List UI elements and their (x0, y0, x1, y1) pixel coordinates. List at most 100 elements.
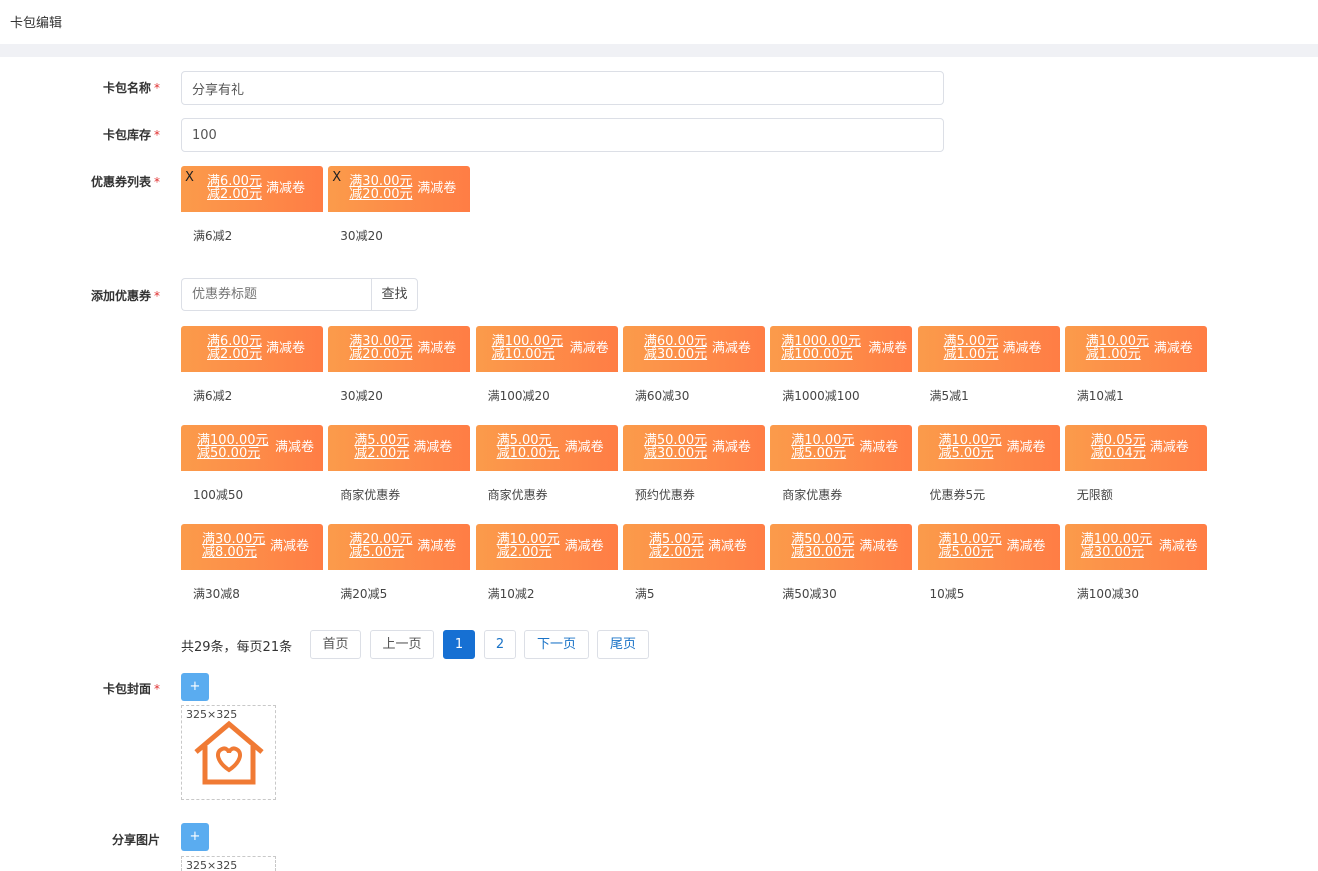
cover-image-box[interactable]: 325×325 (181, 705, 276, 800)
coupon-name: 满5 (634, 587, 655, 601)
coupon-type: 满减卷 (417, 539, 457, 554)
coupon-type: 满减卷 (270, 539, 310, 554)
coupon-card[interactable]: 满0.05元 减0.04元 满减卷 无限额 (1064, 425, 1207, 511)
coupon-type: 满减卷 (275, 440, 315, 455)
coupon-card[interactable]: 满10.00元 减2.00元 满减卷 满10减2 (475, 524, 618, 610)
page-1-button[interactable]: 1 (443, 630, 475, 659)
coupon-edge (328, 567, 471, 573)
coupon-card[interactable]: 满100.00元 减30.00元 满减卷 满100减30 (1064, 524, 1207, 610)
coupon-discount: 减5.00元 (938, 545, 994, 560)
coupon-card[interactable]: 满30.00元 减8.00元 满减卷满30减8 (181, 524, 323, 610)
coupon-discount: 减50.00元 (197, 446, 261, 461)
coupon-head: 满60.00元 减30.00元 满减卷 (622, 326, 765, 372)
coupon-card[interactable]: 满20.00元 减5.00元 满减卷满20减5 (328, 524, 471, 610)
coupon-head: 满5.00元 减10.00元 满减卷 (475, 425, 618, 471)
coupon-card[interactable]: 满100.00元 减10.00元 满减卷 满100减20 (475, 326, 618, 412)
coupon-edge (917, 369, 1060, 375)
pagination-summary: 共29条，每页21条 (181, 640, 293, 655)
coupon-type: 满减卷 (707, 539, 747, 554)
coupon-edge (475, 369, 618, 375)
coupon-type: 满减卷 (417, 341, 457, 356)
coupon-name: 满10减1 (1076, 389, 1124, 403)
coupon-card[interactable]: 满5.00元 减2.00元 满减卷商家优惠券 (328, 425, 471, 511)
coupon-card[interactable]: 满10.00元 减5.00元 满减卷 商家优惠券 (770, 425, 913, 511)
coupon-name: 商家优惠券 (782, 488, 843, 502)
coupon-edge (770, 369, 913, 375)
coupon-card[interactable]: 满30.00元 减20.00元 满减卷 30减20 (328, 326, 471, 412)
name-label-text: 卡包名称 (102, 81, 151, 95)
add-share-image-button[interactable]: + (181, 823, 209, 851)
coupon-card[interactable]: 满10.00元 减1.00元 满减卷满10减1 (1064, 326, 1207, 412)
coupon-discount: 减100.00元 (781, 347, 853, 362)
coupon-head: 满20.00元 减5.00元 满减卷 (328, 524, 471, 570)
cover-label-text: 卡包封面 (102, 682, 151, 696)
coupon-type: 满减卷 (711, 440, 751, 455)
coupon-edge (770, 567, 913, 573)
coupon-discount: 减5.00元 (349, 545, 405, 560)
required-mark: * (154, 81, 160, 95)
coupon-card[interactable]: 满1000.00元 减100.00元 满减卷 满1000减100 (770, 326, 913, 412)
coupon-discount: 减0.04元 (1090, 446, 1146, 461)
coupon-list-label: 优惠券列表 * (0, 173, 160, 190)
coupon-name: 优惠券5元 (929, 488, 986, 502)
coupon-name: 满30减8 (193, 587, 240, 601)
coupon-head: 满30.00元 减8.00元 满减卷 (181, 524, 323, 570)
coupon-card[interactable]: 满60.00元 减30.00元 满减卷 满60减30 (622, 326, 765, 412)
coupon-card[interactable]: X 满6.00元 减2.00元 满减卷 满6减2 (181, 166, 323, 252)
coupon-type: 满减卷 (859, 539, 899, 554)
coupon-head: 满10.00元 减1.00元 满减卷 (1064, 326, 1207, 372)
page-2-button[interactable]: 2 (484, 630, 516, 659)
coupon-edge (181, 567, 323, 573)
last-page-button[interactable]: 尾页 (597, 630, 649, 659)
share-label: 分享图片 (0, 831, 160, 848)
coupon-edge (328, 369, 471, 375)
coupon-name: 满50减30 (782, 587, 837, 601)
coupon-card[interactable]: 满5.00元 减10.00元 满减卷 商家优惠券 (475, 425, 618, 511)
coupon-card[interactable]: 满10.00元 减5.00元 满减卷 优惠券5元 (917, 425, 1060, 511)
first-page-button[interactable]: 首页 (310, 630, 361, 659)
coupon-edge (622, 468, 765, 474)
remove-coupon-button[interactable]: X (332, 170, 341, 185)
coupon-discount: 减5.00元 (938, 446, 994, 461)
coupon-card[interactable]: 满5.00元 减2.00元 满减卷满5 (622, 524, 765, 610)
prev-page-button[interactable]: 上一页 (370, 630, 434, 659)
coupon-edge (475, 567, 618, 573)
coupon-name: 无限额 (1076, 488, 1113, 502)
coupon-edge (917, 468, 1060, 474)
coupon-head: 满50.00元 减30.00元 满减卷 (622, 425, 765, 471)
coupon-card[interactable]: 满6.00元 减2.00元 满减卷 满6减2 (181, 326, 323, 412)
coupon-head: X 满6.00元 减2.00元 满减卷 (181, 166, 323, 212)
coupon-search-input[interactable] (181, 278, 372, 311)
coupon-card[interactable]: 满50.00元 减30.00元 满减卷 满50减30 (770, 524, 913, 610)
coupon-head: 满10.00元 减2.00元 满减卷 (475, 524, 618, 570)
add-coupon-label-text: 添加优惠券 (90, 289, 151, 303)
coupon-head: 满100.00元 减50.00元 满减卷 (181, 425, 323, 471)
coupon-type: 满减卷 (1006, 539, 1046, 554)
coupon-discount: 减5.00元 (791, 446, 847, 461)
coupon-card[interactable]: 满10.00元 减5.00元 满减卷 10减5 (917, 524, 1060, 610)
coupon-name: 满20减5 (340, 587, 388, 601)
coupon-head: 满5.00元 减2.00元 满减卷 (328, 425, 471, 471)
coupon-head: 满5.00元 减2.00元 满减卷 (622, 524, 765, 570)
pack-name-input[interactable] (181, 71, 944, 105)
coupon-type: 满减卷 (266, 181, 306, 196)
coupon-type: 满减卷 (1149, 440, 1189, 455)
coupon-card[interactable]: 满5.00元 减1.00元 满减卷 满5减1 (917, 326, 1060, 412)
remove-coupon-button[interactable]: X (185, 170, 194, 185)
next-page-button[interactable]: 下一页 (524, 630, 589, 659)
coupon-name: 商家优惠券 (340, 488, 401, 502)
coupon-card[interactable]: 满100.00元 减50.00元 满减卷 100减50 (181, 425, 323, 511)
search-button[interactable]: 查找 (371, 278, 418, 311)
coupon-name: 预约优惠券 (634, 488, 695, 502)
coupon-head: 满1000.00元 减100.00元 满减卷 (770, 326, 913, 372)
add-cover-button[interactable]: + (181, 673, 209, 701)
coupon-edge (181, 369, 323, 375)
coupon-card[interactable]: 满50.00元 减30.00元 满减卷预约优惠券 (622, 425, 765, 511)
coupon-card[interactable]: X 满30.00元 减20.00元 满减卷 30减20 (328, 166, 471, 252)
coupon-type: 满减卷 (1006, 440, 1046, 455)
stock-label: 卡包库存 * (0, 126, 160, 143)
name-label: 卡包名称 * (0, 79, 160, 96)
coupon-discount: 减10.00元 (496, 446, 560, 461)
share-image-box[interactable]: 325×325 (181, 856, 276, 871)
pack-stock-input[interactable] (181, 118, 944, 152)
